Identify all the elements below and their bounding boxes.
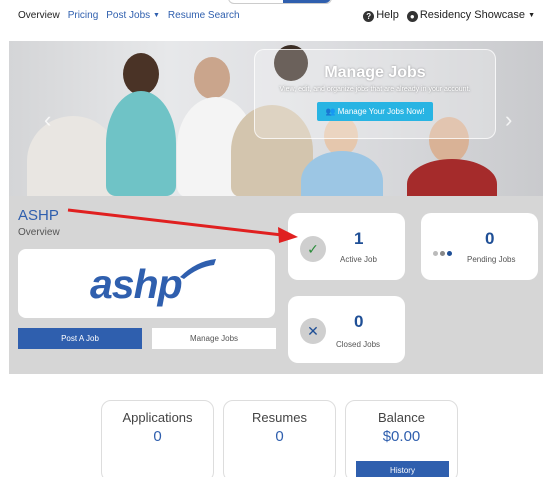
hero-photo-person [106,91,176,196]
manage-jobs-now-button[interactable]: 👥 Manage Your Jobs Now! [316,102,434,121]
x-icon: ✕ [300,318,326,344]
company-logo-card: ashp [18,249,275,318]
users-icon: 👥 [325,107,336,116]
closed-jobs-count: 0 [354,312,364,331]
active-jobs-card[interactable]: ✓ 1 Active Job [288,213,405,280]
balance-title: Balance [378,410,425,425]
balance-amount: $0.00 [382,428,421,445]
hero-banner: ‹ › Manage Jobs View, edit, and organize… [9,41,543,196]
pending-jobs-card[interactable]: 0 Pending Jobs [421,213,538,280]
pending-jobs-label: Pending Jobs [467,255,516,264]
pending-jobs-count: 0 [485,229,495,248]
resumes-title: Resumes [252,410,307,425]
company-name: ASHP [18,207,59,224]
chevron-down-icon: ▼ [152,12,160,19]
question-circle-icon: ? [363,11,375,22]
history-button[interactable]: History [356,461,449,477]
nav-pricing[interactable]: Pricing [68,10,99,21]
dots-icon [433,243,452,261]
checkmark-icon: ✓ [300,236,326,262]
user-circle-icon: ● [406,11,418,22]
nav-post-jobs[interactable]: Post Jobs ▼ [106,10,160,21]
main-nav: Overview Pricing Post Jobs ▼ Resume Sear… [18,10,240,21]
hero-title: Manage Jobs [324,64,426,81]
hero-subtitle: View, edit, and organize jobs that are a… [279,86,471,93]
nav-resume-search[interactable]: Resume Search [168,10,240,21]
balance-card: Balance $0.00 History [345,400,458,477]
applications-title: Applications [122,410,193,425]
top-tab-stub [228,0,332,4]
manage-jobs-button[interactable]: Manage Jobs [152,328,276,349]
ashp-logo: ashp [90,261,183,307]
closed-jobs-card[interactable]: ✕ 0 Closed Jobs [288,296,405,363]
hero-overlay-card: Manage Jobs View, edit, and organize job… [254,49,496,139]
active-jobs-label: Active Job [340,255,377,264]
user-nav: ? Help ● Residency Showcase ▼ [363,9,535,22]
logo-swoosh-icon [180,259,216,279]
applications-count: 0 [153,428,162,445]
help-link[interactable]: ? Help [363,9,399,22]
resumes-card[interactable]: Resumes 0 [223,400,336,477]
nav-overview[interactable]: Overview [18,10,60,21]
closed-jobs-label: Closed Jobs [336,340,381,349]
hero-photo-person [123,53,159,95]
applications-card[interactable]: Applications 0 [101,400,214,477]
carousel-prev-icon[interactable]: ‹ [44,107,51,133]
top-navbar: Overview Pricing Post Jobs ▼ Resume Sear… [0,0,543,32]
resumes-count: 0 [275,428,284,445]
account-menu[interactable]: ● Residency Showcase ▼ [406,9,535,22]
hero-photo-person [194,57,230,99]
hero-photo-person [301,151,383,196]
post-a-job-button[interactable]: Post A Job [18,328,142,349]
company-section-label: Overview [18,227,60,238]
carousel-next-icon[interactable]: › [505,107,512,133]
active-jobs-count: 1 [354,229,364,248]
chevron-down-icon: ▼ [528,12,535,19]
hero-photo-person [407,159,497,196]
